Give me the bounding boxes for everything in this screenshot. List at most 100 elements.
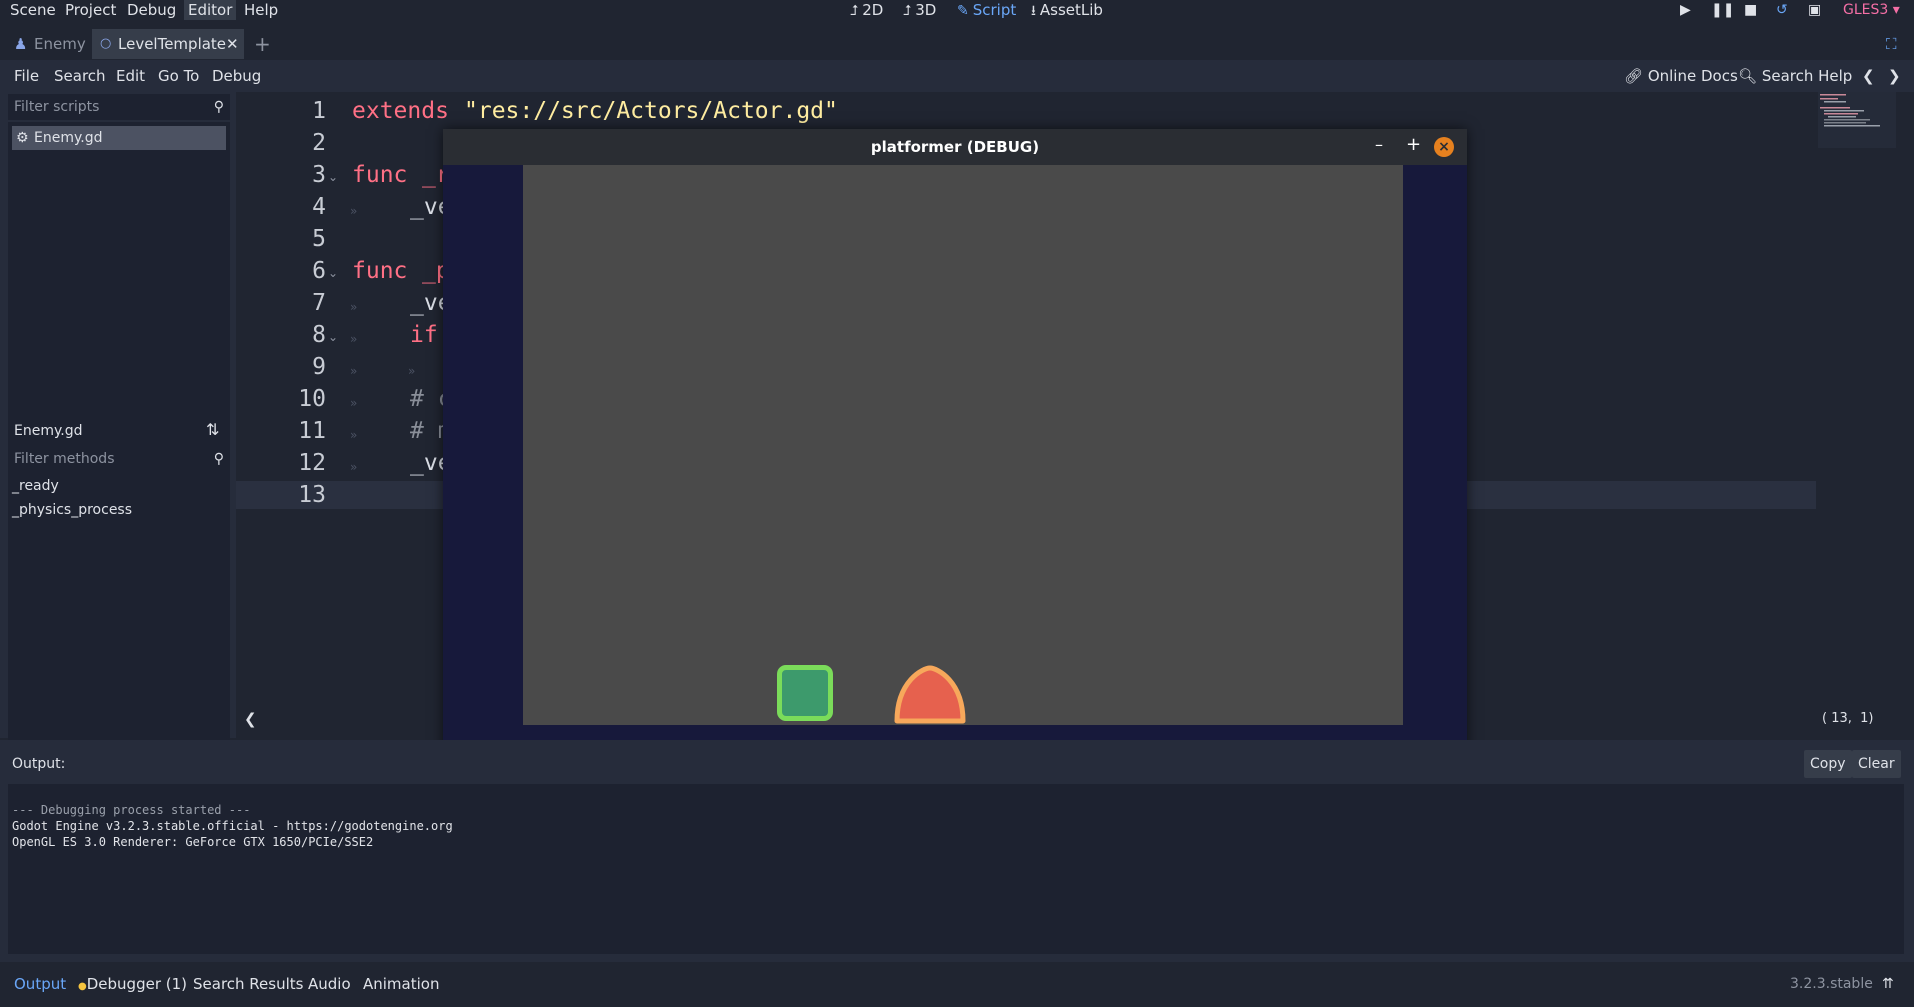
fold-arrow-icon[interactable]: ⌄ — [328, 266, 338, 280]
toggle-scripts-panel-icon[interactable]: ❮ — [244, 710, 257, 728]
menu-editor[interactable]: Editor — [184, 0, 237, 20]
script-list-panel: Filter scripts ⚲ ⚙ Enemy.gd Enemy.gd ⇅ F… — [0, 92, 236, 824]
link-icon: 🔗︎ — [1624, 67, 1644, 85]
node-circle-icon: ○ — [100, 36, 112, 51]
mode-3d-button[interactable]: ⮥ 3D — [903, 0, 936, 20]
2d-icon: ⮥ — [850, 3, 859, 19]
mode-script-button[interactable]: ✎ Script — [957, 0, 1016, 20]
tab-marker-icon: » — [408, 364, 416, 378]
fold-arrow-icon[interactable]: ⌄ — [328, 170, 338, 184]
tab-enemy[interactable]: ♟ Enemy — [6, 29, 90, 59]
current-script-name: Enemy.gd — [8, 418, 196, 444]
menu-help[interactable]: Help — [244, 0, 278, 20]
line-number: 13 — [298, 482, 326, 508]
tab-marker-icon: » — [350, 332, 358, 346]
line-number: 6 — [312, 258, 326, 284]
menu-debug[interactable]: Debug — [127, 0, 176, 20]
game-viewport[interactable] — [523, 165, 1403, 725]
add-tab-icon[interactable]: + — [254, 29, 271, 59]
script-menu-edit[interactable]: Edit — [116, 60, 145, 92]
bottom-tab-audio[interactable]: Audio — [308, 964, 351, 1004]
search-help-button[interactable]: 🔍︎ Search Help — [1738, 60, 1852, 92]
filter-methods-input[interactable]: Filter methods ⚲ — [8, 446, 230, 472]
search-icon: ⚲ — [213, 451, 224, 467]
output-log[interactable]: --- Debugging process started --- Godot … — [8, 784, 1904, 954]
method-item-physics-process[interactable]: _physics_process — [12, 498, 132, 522]
stop-icon[interactable]: ■ — [1744, 0, 1757, 20]
bottom-tab-output[interactable]: Output — [14, 964, 66, 1004]
menu-project[interactable]: Project — [65, 0, 116, 20]
code-minimap[interactable] — [1816, 92, 1898, 152]
code-keyword: func — [352, 162, 408, 188]
bottom-tab-search-results[interactable]: Search Results — [193, 964, 303, 1004]
play-icon[interactable]: ▶ — [1680, 0, 1691, 20]
line-number: 8 — [312, 322, 326, 348]
menu-scene[interactable]: Scene — [10, 0, 56, 20]
history-back-icon[interactable]: ❮ — [1862, 60, 1875, 92]
online-docs-button[interactable]: 🔗︎ Online Docs — [1624, 60, 1738, 92]
history-forward-icon[interactable]: ❯ — [1888, 60, 1901, 92]
log-line: OpenGL ES 3.0 Renderer: GeForce GTX 1650… — [12, 835, 374, 849]
sort-icon[interactable]: ⇅ — [206, 420, 219, 439]
line-number: 9 — [312, 354, 326, 380]
tab-marker-icon: » — [350, 364, 358, 378]
log-line: --- Debugging process started --- — [12, 803, 251, 817]
gear-icon: ⚙ — [16, 130, 29, 146]
distraction-free-icon[interactable]: ⛶ — [1886, 29, 1897, 59]
mode-assetlib-button[interactable]: ⭳ AssetLib — [1031, 0, 1103, 20]
enemy-sprite — [894, 665, 966, 724]
script-icon: ✎ — [957, 3, 969, 19]
script-menu-debug[interactable]: Debug — [212, 60, 261, 92]
bottom-tab-debugger[interactable]: ●Debugger (1) — [78, 964, 187, 1004]
close-tab-icon[interactable]: ✕ — [226, 29, 239, 59]
script-toolbar: File Search Edit Go To Debug 🔗︎ Online D… — [0, 60, 1914, 92]
debug-game-window[interactable]: platformer (DEBUG) – + × — [443, 129, 1467, 766]
scene-tab-bar: ♟ Enemy ○ LevelTemplate ✕ + ⛶ — [0, 29, 1914, 59]
reload-icon[interactable]: ↺ — [1776, 0, 1788, 20]
tab-level-template[interactable]: ○ LevelTemplate ✕ — [92, 29, 244, 59]
tab-marker-icon: » — [350, 300, 358, 314]
enemy-scene-icon: ♟ — [14, 35, 28, 53]
warning-dot-icon: ● — [78, 981, 87, 992]
code-keyword: func — [352, 258, 408, 284]
renderer-select[interactable]: GLES3 ▾ — [1843, 0, 1900, 20]
version-label: 3.2.3.stable — [1790, 976, 1873, 992]
code-string: "res://src/Actors/Actor.gd" — [464, 98, 838, 124]
mode-2d-button[interactable]: ⮥ 2D — [850, 0, 883, 20]
expand-panel-icon[interactable]: ⇈ — [1882, 964, 1894, 1004]
code-keyword: extends — [352, 98, 449, 124]
script-menu-search[interactable]: Search — [54, 60, 106, 92]
log-line: Godot Engine v3.2.3.stable.official - ht… — [12, 819, 453, 833]
clear-button[interactable]: Clear — [1852, 750, 1901, 778]
script-item-enemy-gd[interactable]: ⚙ Enemy.gd — [12, 126, 226, 150]
maximize-button[interactable]: + — [1406, 134, 1421, 155]
search-icon: ⚲ — [213, 99, 224, 115]
line-number: 3 — [312, 162, 326, 188]
pause-icon[interactable]: ❚❚ — [1711, 0, 1734, 20]
debug-window-titlebar[interactable]: platformer (DEBUG) – + × — [443, 129, 1467, 165]
line-number: 7 — [312, 290, 326, 316]
bottom-tab-animation[interactable]: Animation — [363, 964, 439, 1004]
script-menu-goto[interactable]: Go To — [158, 60, 199, 92]
line-number: 10 — [298, 386, 326, 412]
minimize-button[interactable]: – — [1375, 135, 1383, 154]
tab-marker-icon: » — [350, 460, 358, 474]
3d-icon: ⮥ — [903, 3, 912, 19]
script-menu-file[interactable]: File — [14, 60, 39, 92]
line-number: 1 — [312, 98, 326, 124]
search-help-icon: 🔍︎ — [1738, 67, 1758, 85]
fold-arrow-icon[interactable]: ⌄ — [328, 330, 338, 344]
top-menu-bar: Scene Project Debug Editor Help ⮥ 2D ⮥ 3D … — [0, 0, 1914, 20]
bottom-panel-tabs: Output ●Debugger (1) Search Results Audi… — [0, 964, 1914, 1004]
filter-scripts-input[interactable]: Filter scripts ⚲ — [8, 94, 230, 120]
tab-marker-icon: » — [350, 204, 358, 218]
output-label: Output: — [12, 756, 66, 772]
copy-button[interactable]: Copy — [1804, 750, 1852, 778]
movie-icon[interactable]: ▣ — [1808, 0, 1821, 20]
player-sprite — [777, 665, 833, 721]
debug-window-title: platformer (DEBUG) — [870, 138, 1040, 156]
method-item-ready[interactable]: _ready — [12, 474, 59, 498]
line-number: 11 — [298, 418, 326, 444]
close-button[interactable]: × — [1434, 137, 1454, 157]
tab-marker-icon: » — [350, 396, 358, 410]
